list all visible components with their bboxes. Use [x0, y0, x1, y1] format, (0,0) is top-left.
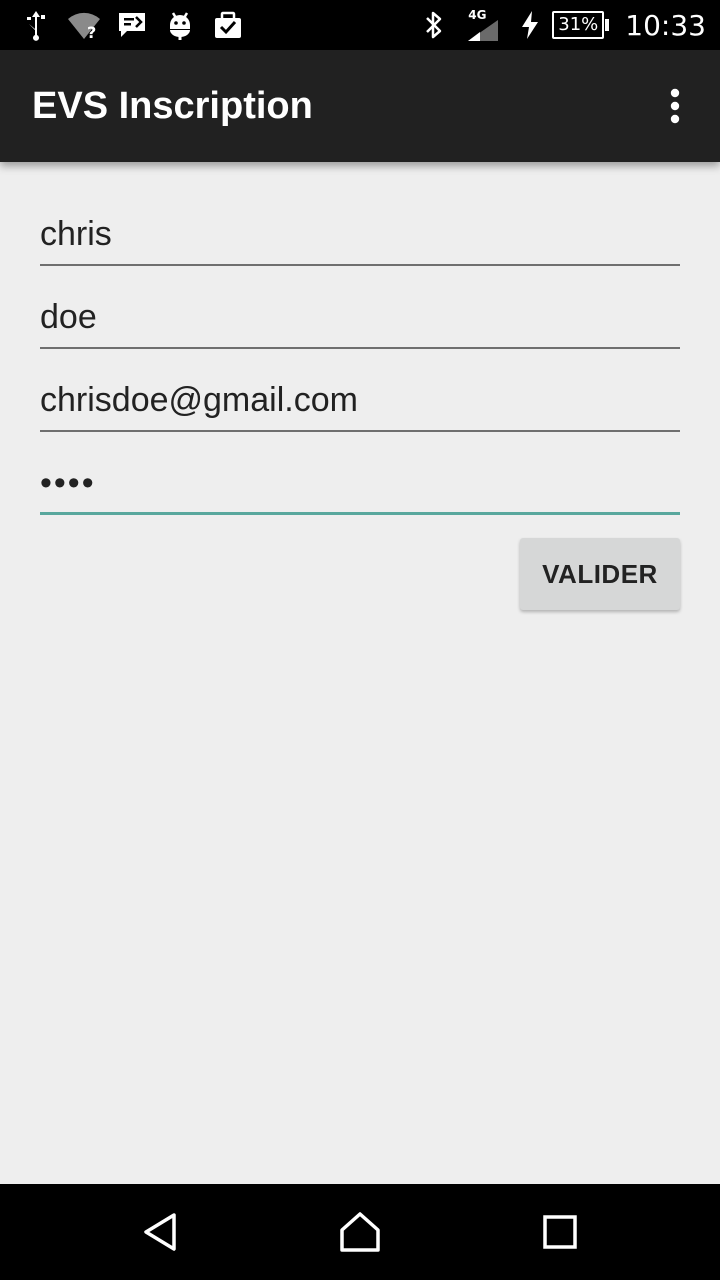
- navigation-bar: [0, 1184, 720, 1280]
- recents-button[interactable]: [532, 1206, 588, 1258]
- password-field[interactable]: [40, 432, 680, 515]
- battery-level: 31%: [552, 11, 605, 39]
- task-check-icon: [210, 7, 246, 43]
- wifi-unknown-icon: ?: [66, 7, 102, 43]
- usb-icon: [18, 7, 54, 43]
- first-name-field-wrapper: [40, 183, 680, 266]
- network-type-label: 4G: [468, 8, 487, 22]
- battery-icon: 31%: [552, 11, 610, 39]
- email-field[interactable]: [40, 349, 680, 432]
- app-bar: EVS Inscription: [0, 50, 720, 162]
- android-icon: [162, 7, 198, 43]
- first-name-field[interactable]: [40, 183, 680, 266]
- password-field-wrapper: [40, 432, 680, 515]
- charging-icon: [512, 7, 548, 43]
- battery-tip: [605, 19, 610, 31]
- signal-icon: 4G: [462, 7, 502, 43]
- last-name-field[interactable]: [40, 266, 680, 349]
- status-left-icons: ?: [18, 6, 258, 44]
- registration-form: [40, 162, 680, 515]
- valider-button[interactable]: VALIDER: [520, 538, 680, 610]
- app-title: EVS Inscription: [32, 84, 313, 127]
- home-icon: [340, 1212, 380, 1252]
- svg-text:?: ?: [87, 23, 96, 41]
- recents-icon: [543, 1215, 577, 1249]
- status-right-icons: 4G 31% 10:33: [416, 0, 706, 50]
- bluetooth-icon: [416, 7, 452, 43]
- more-vert-icon: [670, 88, 680, 124]
- back-icon: [144, 1213, 176, 1251]
- overflow-menu-button[interactable]: [636, 78, 700, 134]
- home-button[interactable]: [332, 1206, 388, 1258]
- status-clock: 10:33: [625, 8, 706, 42]
- message-icon: [114, 7, 150, 43]
- last-name-field-wrapper: [40, 266, 680, 349]
- back-button[interactable]: [132, 1206, 188, 1258]
- email-field-wrapper: [40, 349, 680, 432]
- status-bar: ? 4G 31% 10:33: [0, 0, 720, 50]
